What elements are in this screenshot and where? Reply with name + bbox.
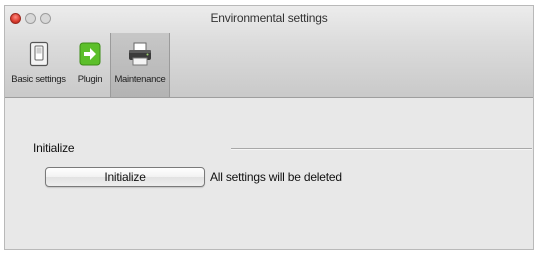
toolbar-item-label: Basic settings [11, 74, 66, 85]
toolbar: Basic settings Plugin Maintenance [7, 33, 170, 97]
maintenance-panel: Initialize Initialize All settings will … [5, 98, 533, 249]
initialize-section-label: Initialize [33, 141, 75, 155]
toolbar-item-plugin[interactable]: Plugin [70, 33, 110, 97]
environmental-settings-window: Environmental settings Basic settings Pl… [4, 5, 534, 250]
title-bar: Environmental settings Basic settings Pl… [5, 6, 533, 98]
switch-icon [25, 39, 53, 69]
section-divider [231, 148, 532, 150]
initialize-button[interactable]: Initialize [45, 167, 205, 187]
toolbar-item-label: Plugin [77, 74, 103, 85]
plugin-arrow-icon [76, 39, 104, 69]
window-title: Environmental settings [210, 11, 328, 25]
toolbar-item-basic-settings[interactable]: Basic settings [7, 33, 70, 97]
initialize-description: All settings will be deleted [210, 170, 342, 184]
printer-icon [126, 39, 154, 69]
toolbar-item-maintenance[interactable]: Maintenance [110, 33, 170, 97]
toolbar-item-label: Maintenance [114, 74, 166, 85]
